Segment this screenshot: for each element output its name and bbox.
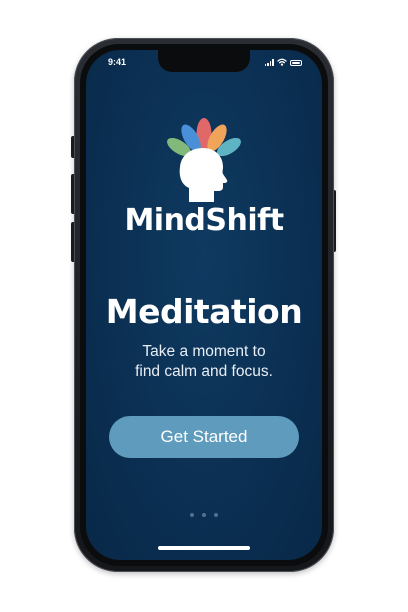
- device-mockup: 9:41 MindShift Meditation Take a moment …: [0, 0, 408, 612]
- subtitle-line-2: find calm and focus.: [135, 363, 273, 380]
- status-icons: [264, 58, 302, 66]
- get-started-button[interactable]: Get Started: [109, 416, 299, 458]
- app-screen: 9:41 MindShift Meditation Take a moment …: [86, 50, 322, 560]
- page-dot-1[interactable]: [190, 513, 194, 517]
- screen-subtitle: Take a moment to find calm and focus.: [86, 342, 322, 382]
- cellular-signal-icon: [264, 59, 274, 66]
- wifi-icon: [277, 58, 287, 66]
- app-name: MindShift: [124, 203, 284, 238]
- screen-title: Meditation: [105, 292, 303, 331]
- phone-frame: 9:41 MindShift Meditation Take a moment …: [74, 38, 334, 572]
- battery-icon: [290, 60, 302, 66]
- lotus-head-logo-icon: [167, 118, 241, 202]
- home-indicator[interactable]: [158, 546, 250, 550]
- page-dot-2[interactable]: [202, 513, 206, 517]
- page-indicator: [86, 513, 322, 517]
- subtitle-line-1: Take a moment to: [142, 343, 266, 360]
- status-time: 9:41: [108, 57, 127, 67]
- head-silhouette: [179, 148, 228, 202]
- page-dot-3[interactable]: [214, 513, 218, 517]
- notch: [158, 50, 250, 72]
